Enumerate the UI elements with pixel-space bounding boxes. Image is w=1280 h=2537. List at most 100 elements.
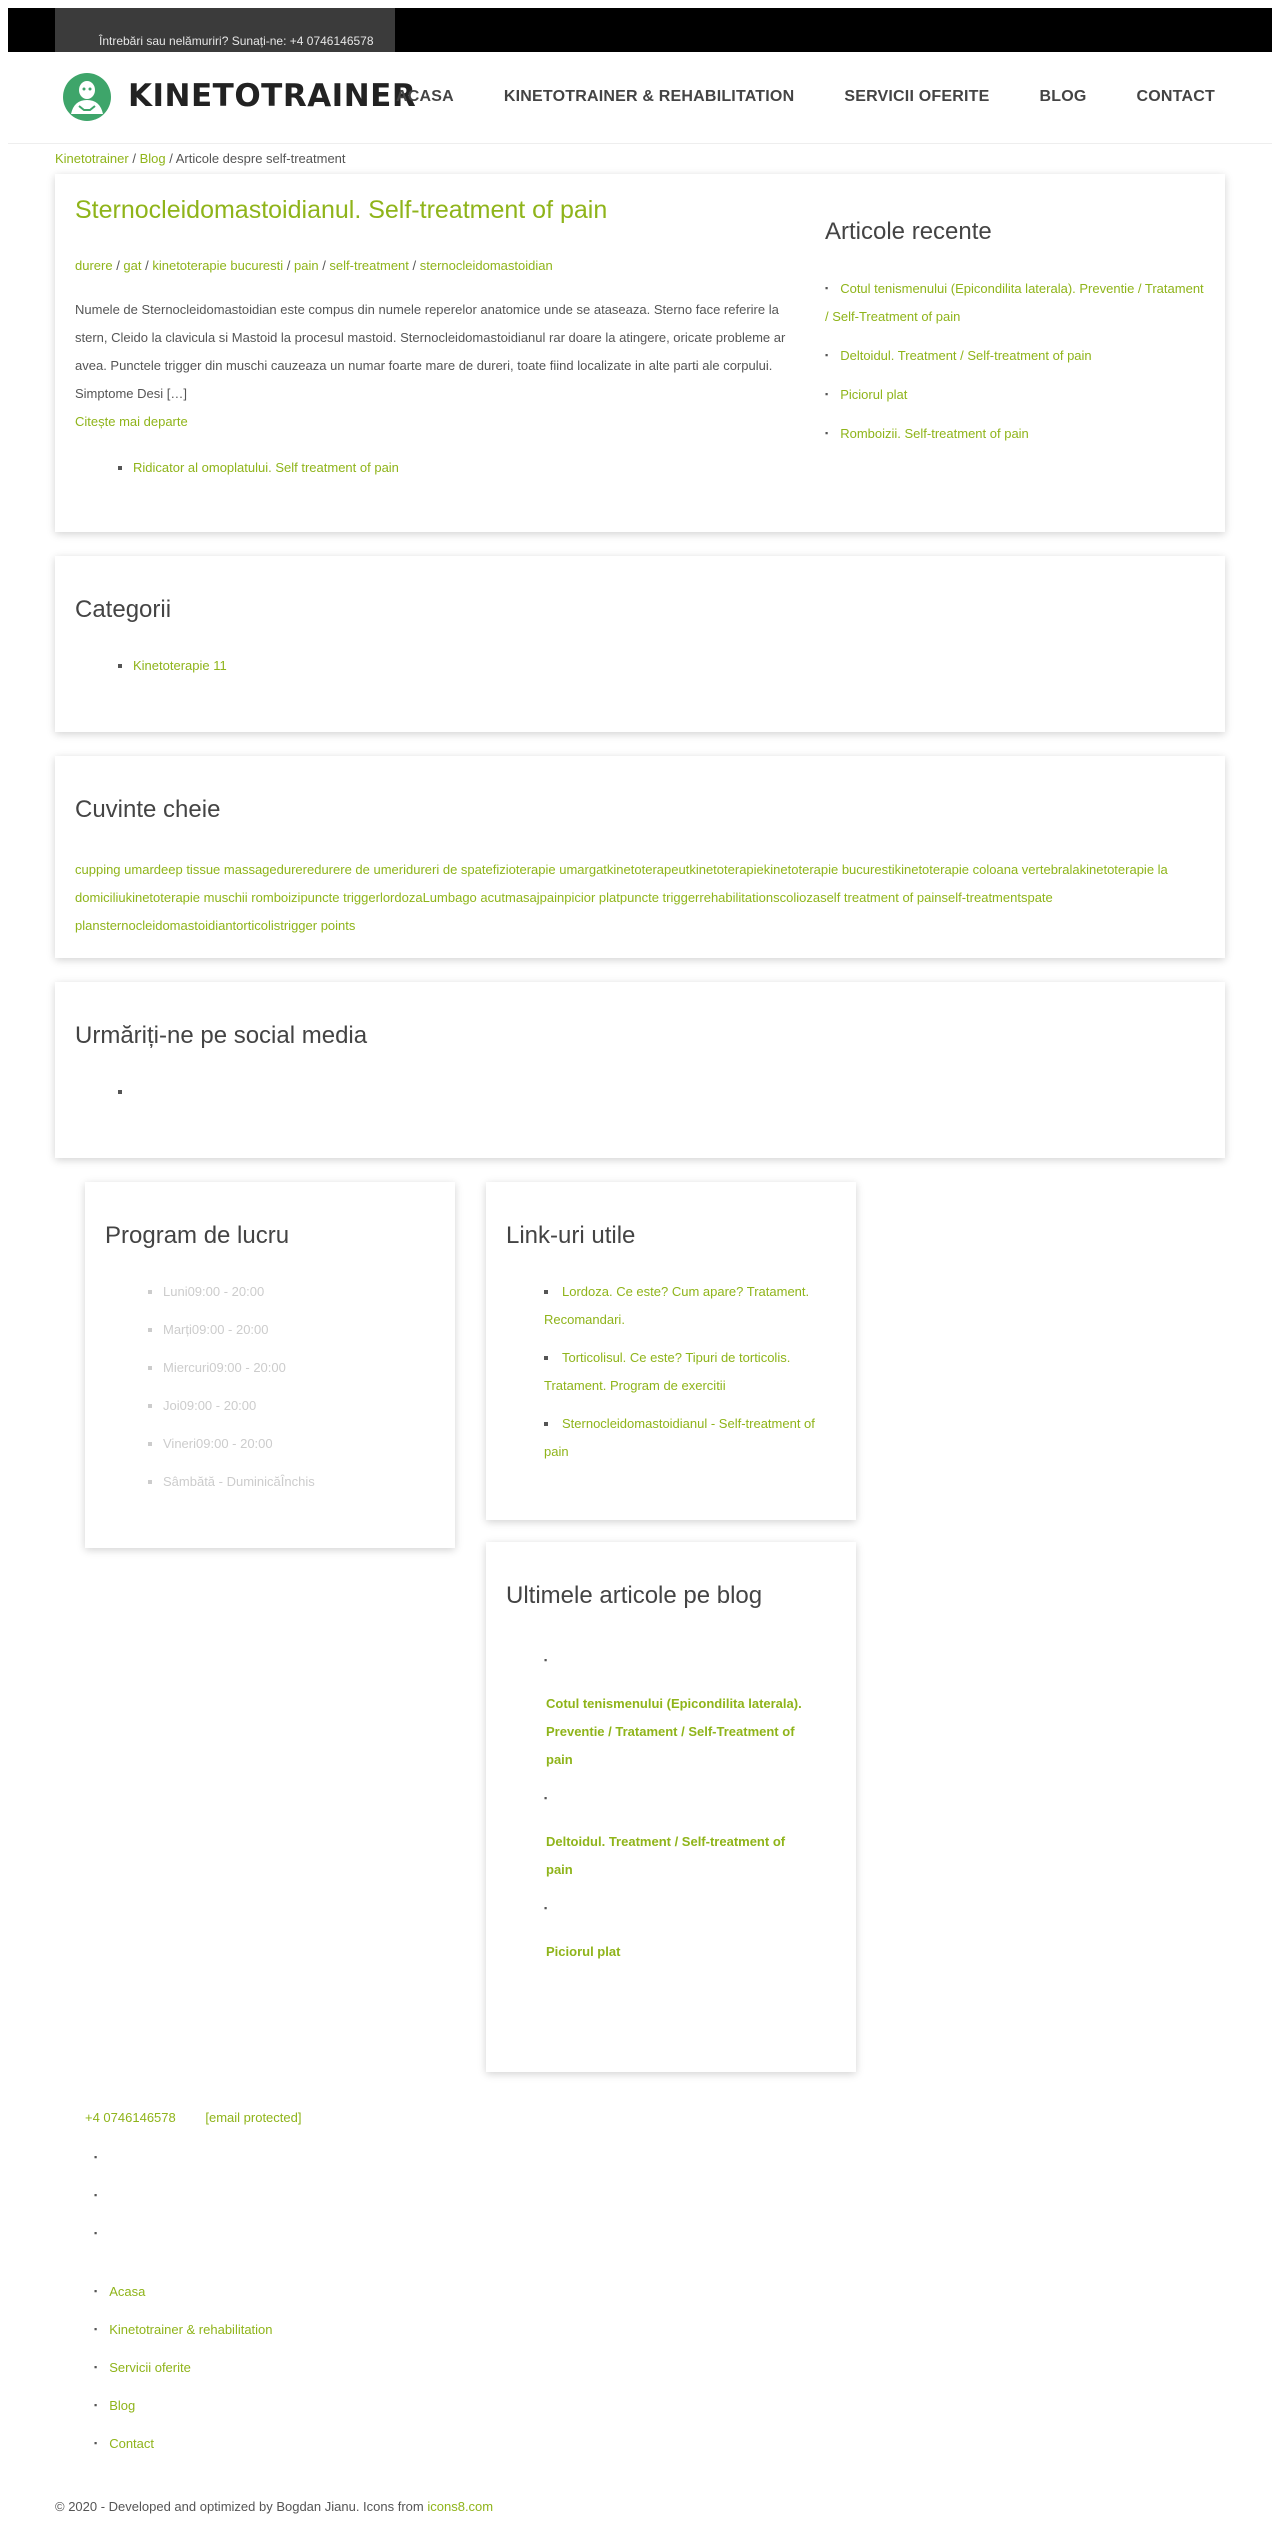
tag-cloud: cupping umardeep tissue massagedureredur…	[75, 856, 1225, 940]
social-item[interactable]: ▪	[94, 2228, 97, 2266]
keyword-link[interactable]: gat	[589, 862, 607, 877]
useful-link[interactable]: Lordoza. Ce este? Cum apare? Tratament. …	[544, 1284, 809, 1327]
day-label: Sâmbătă - Duminică	[163, 1474, 281, 1489]
social-card: Urmăriți-ne pe social media	[55, 982, 1225, 1158]
read-more-link[interactable]: Citește mai departe	[75, 414, 188, 429]
list-item: Romboizii. Self-treatment of pain	[825, 419, 1205, 448]
nav-item-contact[interactable]: CONTACT	[1137, 88, 1215, 106]
recent-link[interactable]: Cotul tenismenului (Epicondilita lateral…	[825, 281, 1204, 324]
keyword-link[interactable]: sternocleidomastoidian	[100, 918, 233, 933]
tag-link[interactable]: sternocleidomastoidian	[420, 258, 553, 273]
keyword-link[interactable]: self-treatment	[941, 890, 1020, 905]
keyword-link[interactable]: puncte trigger	[620, 890, 700, 905]
useful-links-title: Link-uri utile	[506, 1222, 636, 1249]
keyword-link[interactable]: fizioterapie umar	[493, 862, 589, 877]
keyword-link[interactable]: scolioza	[773, 890, 820, 905]
recent-link[interactable]: Deltoidul. Treatment / Self-treatment of…	[840, 348, 1091, 363]
contact-text[interactable]: Întrebări sau nelămuriri? Sunați-ne: +4 …	[99, 34, 374, 48]
category-link[interactable]: Kinetoterapie 11	[133, 658, 227, 673]
footer-phone[interactable]: +4 0746146578	[85, 2110, 176, 2125]
time-label: Închis	[280, 1474, 315, 1489]
keyword-link[interactable]: cupping umar	[75, 862, 154, 877]
logo-text[interactable]: KINETOTRAINER	[128, 78, 416, 114]
list-item: Marți09:00 - 20:00	[163, 1316, 315, 1344]
keyword-link[interactable]: pain	[540, 890, 565, 905]
day-label: Vineri	[163, 1436, 197, 1451]
social-item[interactable]: ▪	[94, 2152, 97, 2190]
keyword-link[interactable]: durere de umeri	[314, 862, 406, 877]
footer-nav-blog[interactable]: Blog	[109, 2398, 135, 2413]
keywords-title: Cuvinte cheie	[75, 796, 221, 823]
blog-post-link[interactable]: Piciorul plat	[546, 1938, 806, 1966]
breadcrumb: Kinetotrainer / Blog / Articole despre s…	[55, 151, 346, 166]
keyword-link[interactable]: kinetoterapie coloana vertebrala	[895, 862, 1080, 877]
footer-nav-kinetotrainer[interactable]: Kinetotrainer & rehabilitation	[109, 2322, 272, 2337]
list-item: Servicii oferite	[94, 2360, 273, 2398]
nav-item-acasa[interactable]: ACASA	[396, 88, 454, 106]
list-item: Sâmbătă - DuminicăÎnchis	[163, 1468, 315, 1496]
keyword-link[interactable]: deep tissue massage	[154, 862, 277, 877]
keyword-link[interactable]: picior plat	[564, 890, 620, 905]
keyword-link[interactable]: kinetoterapie muschii romboizi	[126, 890, 301, 905]
keyword-link[interactable]: torticolis	[233, 918, 281, 933]
tag-link[interactable]: self-treatment	[329, 258, 408, 273]
tag-link[interactable]: durere	[75, 258, 113, 273]
list-item: Cotul tenismenului (Epicondilita lateral…	[825, 274, 1205, 331]
hours-card: Program de lucru Luni 09:00 - 20:00 Marți…	[85, 1182, 455, 1548]
list-item: Piciorul plat	[825, 380, 1205, 409]
footer-social-list: ▪ ▪ ▪	[94, 2152, 97, 2266]
footer-nav-servicii[interactable]: Servicii oferite	[109, 2360, 191, 2375]
keyword-link[interactable]: kinetoterapie bucuresti	[764, 862, 895, 877]
keyword-link[interactable]: trigger points	[280, 918, 355, 933]
breadcrumb-sep: /	[128, 151, 140, 166]
article-title[interactable]: Sternocleidomastoidianul. Self-treatment…	[75, 196, 607, 225]
list-item	[133, 1078, 137, 1106]
nav-item-blog[interactable]: BLOG	[1039, 88, 1086, 106]
hours-title: Program de lucru	[105, 1222, 290, 1249]
tag-link[interactable]: kinetoterapie bucuresti	[152, 258, 283, 273]
nav-item-servicii[interactable]: SERVICII OFERITE	[844, 88, 989, 106]
keyword-link[interactable]: kinetoterapie	[689, 862, 763, 877]
nav-item-kinetotrainer[interactable]: KINETOTRAINER & REHABILITATION	[504, 88, 794, 106]
useful-link[interactable]: Torticolisul. Ce este? Tipuri de tortico…	[544, 1350, 790, 1393]
recent-link[interactable]: Piciorul plat	[840, 387, 907, 402]
related-link[interactable]: Ridicator al omoplatului. Self treatment…	[133, 460, 399, 475]
time-label: 09:00 - 20:00	[191, 1322, 269, 1337]
icons8-link[interactable]: icons8.com	[427, 2499, 493, 2514]
keyword-link[interactable]: Lumbago acut	[423, 890, 505, 905]
keyword-link[interactable]: dureri de spate	[406, 862, 493, 877]
list-item: ▪ Cotul tenismenului (Epicondilita latera…	[544, 1646, 806, 1774]
list-item: ▪ Piciorul plat	[544, 1894, 806, 1966]
tag-link[interactable]: pain	[294, 258, 319, 273]
keyword-link[interactable]: masaj	[505, 890, 540, 905]
logo-icon[interactable]	[62, 72, 112, 122]
keyword-link[interactable]: self treatment of pain	[820, 890, 941, 905]
recent-link[interactable]: Romboizii. Self-treatment of pain	[840, 426, 1029, 441]
social-title: Urmăriți-ne pe social media	[75, 1022, 368, 1049]
list-item: Contact	[94, 2436, 273, 2474]
keyword-link[interactable]: rehabilitation	[699, 890, 773, 905]
breadcrumb-sep: /	[165, 151, 176, 166]
copyright-text: © 2020 - Developed and optimized by Bogd…	[55, 2499, 428, 2514]
useful-links-list: Lordoza. Ce este? Cum apare? Tratament. …	[506, 1278, 836, 1476]
main-nav: ACASA KINETOTRAINER & REHABILITATION SER…	[396, 88, 1265, 106]
breadcrumb-home[interactable]: Kinetotrainer	[55, 151, 129, 166]
keyword-link[interactable]: kinetoterapeut	[607, 862, 689, 877]
recent-list: Cotul tenismenului (Epicondilita lateral…	[825, 274, 1205, 458]
list-item: Torticolisul. Ce este? Tipuri de tortico…	[544, 1344, 836, 1400]
useful-link[interactable]: Sternocleidomastoidianul - Self-treatmen…	[544, 1416, 815, 1459]
day-label: Luni	[163, 1284, 188, 1299]
breadcrumb-blog[interactable]: Blog	[140, 151, 166, 166]
categories-title: Categorii	[75, 596, 172, 623]
keyword-link[interactable]: puncte trigger	[300, 890, 380, 905]
list-item: Lordoza. Ce este? Cum apare? Tratament. …	[544, 1278, 836, 1334]
social-item[interactable]: ▪	[94, 2190, 97, 2228]
footer-email[interactable]: [email protected]	[205, 2110, 301, 2125]
footer-nav-acasa[interactable]: Acasa	[109, 2284, 145, 2299]
blog-post-link[interactable]: Cotul tenismenului (Epicondilita lateral…	[546, 1690, 806, 1774]
tag-link[interactable]: gat	[123, 258, 141, 273]
blog-post-link[interactable]: Deltoidul. Treatment / Self-treatment of…	[546, 1828, 806, 1884]
keyword-link[interactable]: durere	[277, 862, 315, 877]
footer-nav-contact[interactable]: Contact	[109, 2436, 154, 2451]
keyword-link[interactable]: lordoza	[380, 890, 423, 905]
